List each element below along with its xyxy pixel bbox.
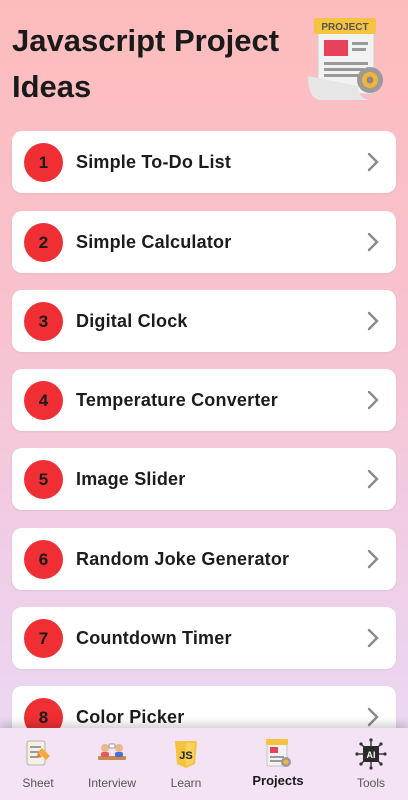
interview-icon [98,743,126,760]
project-number-badge: 2 [24,223,63,262]
project-number-badge: 7 [24,619,63,658]
project-title: Color Picker [76,707,185,727]
project-title: Simple Calculator [76,232,232,252]
nav-item-interview[interactable]: Interview [74,728,150,800]
project-item[interactable]: 5 Image Slider [12,448,396,510]
nav-label: Projects [252,773,304,788]
project-item[interactable]: 3 Digital Clock [12,290,396,352]
project-title: Digital Clock [76,311,188,331]
project-item[interactable]: 6 Random Joke Generator [12,528,396,590]
chevron-right-icon [367,628,379,648]
nav-label: Sheet [22,776,54,790]
svg-text:AI: AI [367,750,376,760]
project-number-badge: 3 [24,302,63,341]
nav-item-tools[interactable]: AI Tools [333,728,408,800]
project-item[interactable]: 7 Countdown Timer [12,607,396,669]
nav-item-sheet[interactable]: Sheet [0,728,76,800]
bottom-navigation: Sheet Interview JS Learn Projects AI Too… [0,728,408,800]
project-number-badge: 8 [24,698,63,728]
project-title: Random Joke Generator [76,549,290,569]
project-document-icon: PROJECT [308,18,383,101]
svg-text:JS: JS [179,750,192,762]
projects-icon [266,739,291,767]
chevron-right-icon [367,390,379,410]
project-item[interactable]: 8 Color Picker [12,686,396,728]
project-title: Image Slider [76,469,186,489]
project-item[interactable]: 1 Simple To-Do List [12,131,396,193]
page-title: Javascript Project Ideas [12,23,280,104]
nav-item-learn[interactable]: JS Learn [148,728,224,800]
nav-label: Tools [356,776,385,790]
project-title: Countdown Timer [76,628,232,648]
project-title: Simple To-Do List [76,152,232,172]
chevron-right-icon [367,152,379,172]
sheet-icon [26,740,50,766]
chevron-right-icon [367,707,379,727]
svg-text:PROJECT: PROJECT [321,22,368,33]
chevron-right-icon [367,469,379,489]
header: Javascript Project Ideas PROJECT [0,0,408,120]
project-number-badge: 1 [24,143,63,182]
project-title: Temperature Converter [76,390,278,410]
chevron-right-icon [367,232,379,252]
project-item[interactable]: 2 Simple Calculator [12,211,396,273]
nav-label: Interview [87,776,137,790]
project-number-badge: 4 [24,381,63,420]
nav-item-projects[interactable]: Projects [240,728,316,800]
chevron-right-icon [367,549,379,569]
ai-tools-icon: AI [355,738,387,770]
project-number-badge: 5 [24,460,63,499]
js-learn-icon: JS [175,741,197,768]
project-item[interactable]: 4 Temperature Converter [12,369,396,431]
project-number-badge: 6 [24,540,63,579]
nav-label: Learn [170,776,202,790]
chevron-right-icon [367,311,379,331]
project-list: Javascript Project Ideas PROJECT 1 Simpl… [0,0,408,728]
